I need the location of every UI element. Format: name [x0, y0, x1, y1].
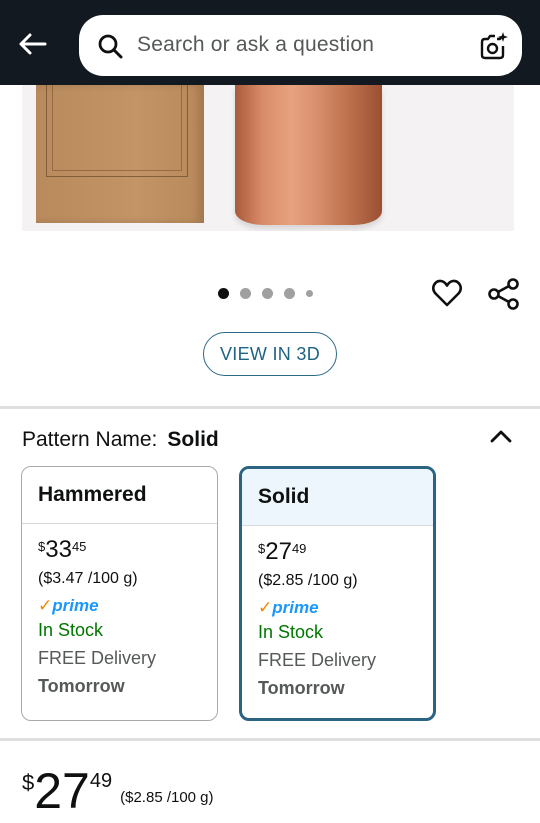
- top-bar: [0, 0, 540, 85]
- view-in-3d-button[interactable]: VIEW IN 3D: [203, 332, 337, 376]
- image-carousel-dots[interactable]: [218, 286, 313, 300]
- prime-check-icon: ✓: [38, 596, 53, 615]
- carousel-dot[interactable]: [240, 287, 251, 299]
- option-price: $2749: [258, 538, 307, 565]
- option-name: Hammered: [22, 467, 217, 524]
- carousel-dot[interactable]: [284, 287, 295, 299]
- delivery-text: FREE Delivery: [38, 648, 157, 668]
- arrow-left-icon: [19, 33, 47, 55]
- chevron-up-icon[interactable]: [488, 426, 514, 446]
- option-price: $3345: [38, 536, 87, 563]
- prime-check-icon: ✓: [258, 598, 273, 617]
- section-divider: [0, 406, 540, 409]
- delivery-text: FREE Delivery: [258, 650, 377, 670]
- carousel-dot[interactable]: [218, 287, 229, 299]
- search-icon: [98, 34, 123, 59]
- camera-sparkle-icon[interactable]: [478, 31, 508, 61]
- option-name: Solid: [242, 469, 433, 526]
- delivery-day: Tomorrow: [258, 678, 345, 698]
- prime-badge: ✓prime: [258, 598, 319, 617]
- search-input[interactable]: [137, 27, 457, 63]
- option-unit-price: ($3.47 /100 g): [38, 570, 138, 587]
- product-bottle-graphic: [235, 85, 382, 225]
- stock-status: In Stock: [258, 622, 324, 642]
- product-image[interactable]: [22, 85, 514, 231]
- pattern-name-value: Solid: [167, 428, 219, 451]
- section-divider: [0, 738, 540, 741]
- stock-status: In Stock: [38, 620, 104, 640]
- pattern-name-label: Pattern Name:: [22, 428, 158, 451]
- delivery-day: Tomorrow: [38, 676, 125, 696]
- back-button[interactable]: [12, 24, 52, 64]
- pattern-name-row: Pattern Name: Solid: [22, 428, 219, 452]
- search-bar[interactable]: [79, 15, 522, 76]
- pattern-option-hammered[interactable]: Hammered $3345 ($3.47 /100 g) ✓prime In …: [21, 466, 218, 721]
- carousel-dot[interactable]: [306, 289, 313, 297]
- product-box-graphic: [36, 85, 204, 223]
- option-unit-price: ($2.85 /100 g): [258, 572, 358, 589]
- pattern-option-solid[interactable]: Solid $2749 ($2.85 /100 g) ✓prime In Sto…: [239, 466, 436, 721]
- prime-badge: ✓prime: [38, 596, 99, 615]
- carousel-dot[interactable]: [262, 287, 273, 299]
- product-price: $2749($2.85 /100 g): [22, 763, 214, 819]
- share-icon[interactable]: [487, 277, 521, 311]
- price-per-unit: ($2.85 /100 g): [120, 789, 214, 807]
- heart-icon[interactable]: [431, 277, 463, 309]
